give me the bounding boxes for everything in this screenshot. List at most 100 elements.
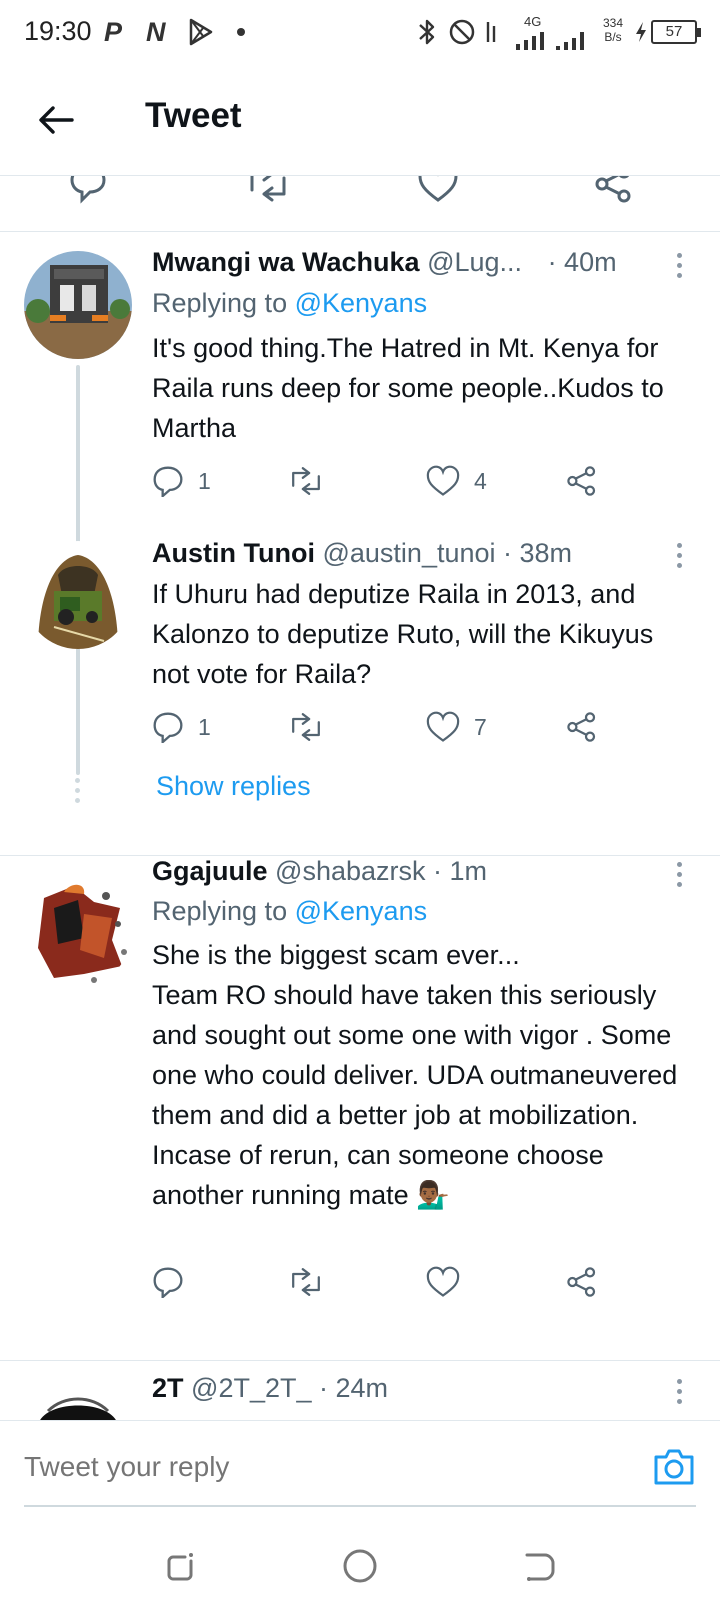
back-icon — [525, 1553, 555, 1581]
retweet-button[interactable] — [288, 707, 338, 747]
like-icon[interactable] — [418, 176, 458, 211]
reply-button[interactable]: 1 — [152, 707, 211, 747]
tweet-header: Austin Tunoi @austin_tunoi · 38m — [152, 538, 572, 569]
retweet-button[interactable] — [288, 461, 338, 501]
recents-button[interactable] — [158, 1544, 202, 1588]
network-speed: 334 B/s — [603, 16, 623, 44]
avatar[interactable] — [24, 1385, 132, 1420]
like-icon — [426, 465, 460, 496]
reply-button[interactable] — [152, 1262, 198, 1302]
like-count: 4 — [474, 467, 487, 494]
share-icon — [567, 1267, 596, 1297]
retweet-icon — [292, 1268, 320, 1296]
user-handle: @Lug... — [427, 247, 523, 277]
like-count: 7 — [474, 713, 487, 740]
tweet-text: If Uhuru had deputize Raila in 2013, and… — [152, 579, 654, 689]
tweet-time: · 1m — [433, 856, 488, 886]
like-button[interactable] — [426, 1262, 474, 1302]
tweet-actions: 1 7 — [152, 707, 622, 747]
share-icon[interactable] — [594, 176, 634, 211]
replying-prefix: Replying to — [152, 896, 288, 926]
home-button[interactable] — [338, 1544, 382, 1588]
play-store-icon — [188, 14, 214, 50]
reply-input[interactable] — [24, 1451, 385, 1483]
share-icon — [567, 712, 596, 742]
camera-button[interactable] — [652, 1445, 696, 1489]
reply-count: 1 — [198, 467, 211, 494]
charging-icon — [634, 14, 648, 50]
share-button[interactable] — [566, 461, 598, 501]
back-arrow-icon — [39, 106, 74, 134]
display-name[interactable]: Austin Tunoi — [152, 538, 315, 568]
tweet-header: 2T @2T_2T_ · 24m — [152, 1373, 388, 1404]
p-app-icon: P — [104, 16, 123, 47]
do-not-disturb-icon — [448, 14, 476, 50]
share-icon — [567, 466, 596, 496]
share-button[interactable] — [566, 707, 598, 747]
tweet-time: · 24m — [319, 1373, 389, 1403]
bluetooth-icon — [416, 14, 438, 50]
reply-icon — [153, 1267, 183, 1298]
reply-tweet[interactable]: 2T @2T_2T_ · 24m — [0, 1361, 720, 1420]
thread-connector — [76, 655, 80, 765]
reply-icon — [153, 712, 183, 743]
tweet-text: It's good thing.The Hatred in Mt. Kenya … — [152, 333, 664, 443]
avatar[interactable] — [24, 878, 132, 986]
like-button[interactable]: 7 — [426, 707, 487, 747]
more-options-button[interactable] — [664, 854, 694, 894]
replying-to-link[interactable]: @Kenyans — [295, 896, 427, 926]
main-tweet-actions — [0, 176, 720, 232]
tweet-header: Ggajuule @shabazrsk · 1m — [152, 856, 487, 887]
speed-unit: B/s — [604, 30, 622, 44]
reply-underline — [24, 1505, 696, 1507]
show-replies-link[interactable]: Show replies — [156, 771, 311, 802]
speed-value: 334 — [603, 16, 624, 30]
tweet-header: Mwangi wa Wachuka @Lug... · 40m — [152, 247, 617, 278]
tweet-actions: 1 4 — [152, 461, 622, 501]
reply-icon — [153, 466, 183, 497]
battery-indicator: 57 — [651, 20, 701, 44]
reply-composer — [0, 1420, 720, 1516]
share-button[interactable] — [566, 1262, 598, 1302]
retweet-icon — [292, 467, 320, 495]
more-options-button[interactable] — [664, 535, 694, 575]
more-replies-indicator — [75, 778, 80, 803]
display-name[interactable]: Ggajuule — [152, 856, 268, 886]
top-app-bar: Tweet — [0, 66, 720, 176]
replying-to: Replying to @Kenyans — [152, 288, 427, 319]
display-name[interactable]: Mwangi wa Wachuka — [152, 247, 420, 277]
recents-icon — [167, 1553, 193, 1581]
status-bar: 19:30 P N 4G 334 B/s 57 — [0, 0, 720, 66]
reply-count: 1 — [198, 713, 211, 740]
more-options-button[interactable] — [664, 245, 694, 285]
like-button[interactable]: 4 — [426, 461, 487, 501]
reply-thread[interactable]: Mwangi wa Wachuka @Lug... · 40m Replying… — [0, 233, 720, 833]
display-name[interactable]: 2T — [152, 1373, 184, 1403]
tweet-time: · 38m — [503, 538, 573, 568]
status-time: 19:30 — [24, 16, 92, 46]
tweet-text: She is the biggest scam ever... Team RO … — [152, 940, 678, 1210]
avatar[interactable] — [24, 541, 132, 649]
like-icon — [426, 1266, 460, 1297]
like-icon — [426, 711, 460, 742]
dot-icon — [236, 14, 246, 50]
back-button[interactable] — [32, 96, 80, 144]
n-app-icon: N — [146, 16, 166, 47]
camera-icon — [654, 1449, 694, 1485]
reply-tweet[interactable]: Ggajuule @shabazrsk · 1m Replying to @Ke… — [0, 856, 720, 1356]
back-nav-button[interactable] — [518, 1544, 562, 1588]
signal-icon — [514, 22, 598, 58]
user-handle: @shabazrsk — [275, 856, 426, 886]
system-nav-bar — [0, 1516, 720, 1612]
replying-prefix: Replying to — [152, 288, 288, 318]
retweet-button[interactable] — [288, 1262, 338, 1302]
retweet-icon[interactable] — [246, 176, 290, 211]
reply-icon[interactable] — [70, 176, 106, 211]
avatar[interactable] — [24, 251, 132, 359]
replying-to-link[interactable]: @Kenyans — [295, 288, 427, 318]
user-handle: @austin_tunoi — [322, 538, 496, 568]
more-options-button[interactable] — [664, 1371, 694, 1411]
retweet-icon — [292, 713, 320, 741]
page-title: Tweet — [145, 96, 242, 135]
reply-button[interactable]: 1 — [152, 461, 211, 501]
